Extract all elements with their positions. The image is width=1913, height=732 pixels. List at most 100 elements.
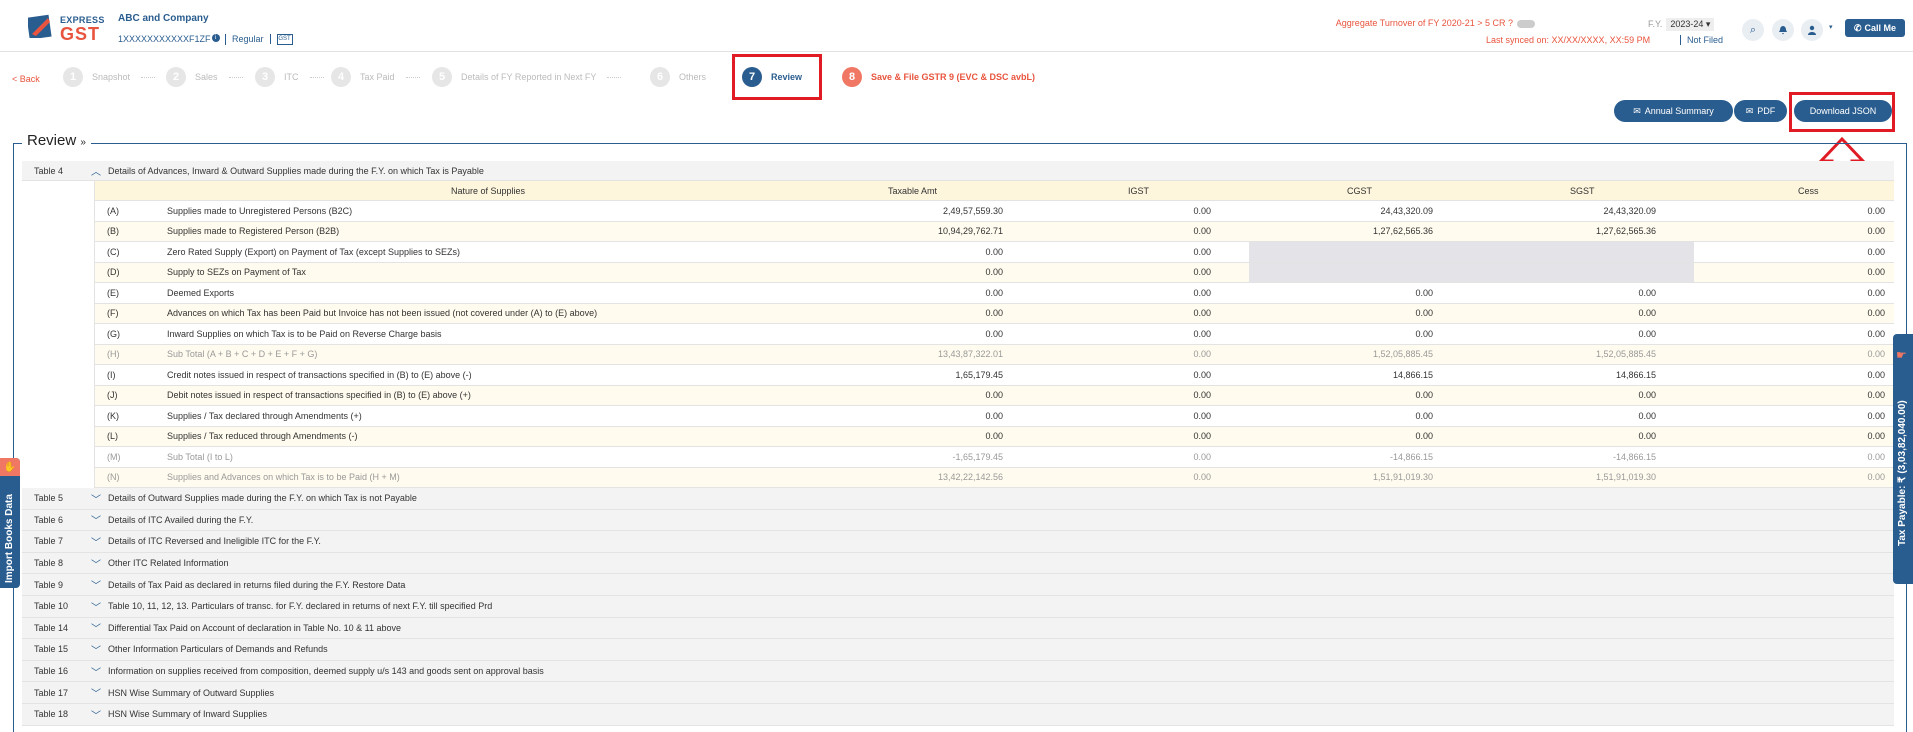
collapsed-table-row[interactable]: Table 15 ﹀ Other Information Particulars o… xyxy=(22,639,1894,661)
table-description: Details of Tax Paid as declared in retur… xyxy=(108,579,406,590)
row-value: 2,49,57,559.30 xyxy=(942,205,1003,216)
tax-payable-tab[interactable]: Tax Payable: ₹ (3,03,82,040.00) xyxy=(1893,334,1913,584)
col-igst: IGST xyxy=(1128,185,1150,196)
collapsed-table-row[interactable]: Table 10 ﹀ Table 10, 11, 12, 13. Particula… xyxy=(22,596,1894,618)
table-row: (G) Inward Supplies on which Tax is to be… xyxy=(95,324,1894,345)
row-nature: Credit notes issued in respect of transa… xyxy=(167,369,472,380)
row-index: (A) xyxy=(107,205,119,216)
chevron-down-icon: ﹀ xyxy=(91,516,101,528)
row-index: (H) xyxy=(107,349,120,360)
step-sales[interactable]: 2 Sales xyxy=(166,67,243,87)
collapsed-table-row[interactable]: Table 14 ﹀ Differential Tax Paid on Accoun… xyxy=(22,617,1894,640)
col-cgst: CGST xyxy=(1347,185,1373,196)
filing-status: Not Filed xyxy=(1680,35,1723,45)
step-label: Snapshot xyxy=(92,72,131,82)
row-value: 0.00 xyxy=(1867,349,1885,360)
row-value: 0.00 xyxy=(1193,246,1211,257)
chevron-down-icon: ﹀ xyxy=(91,494,101,506)
table-description: HSN Wise Summary of Inward Supplies xyxy=(108,709,268,720)
row-value: -14,866.15 xyxy=(1389,451,1433,462)
step-save-file[interactable]: 8 Save & File GSTR 9 (EVC & DSC avbL) xyxy=(842,67,1035,87)
fy-select[interactable]: 2023-24 ▾ xyxy=(1666,18,1715,31)
step-tax-paid[interactable]: 4 Tax Paid xyxy=(331,67,420,87)
chevron-down-icon: ﹀ xyxy=(91,710,101,722)
step-number: 6 xyxy=(650,67,670,87)
row-value: 0.00 xyxy=(1415,328,1433,339)
row-value: 0.00 xyxy=(1193,308,1211,319)
collapsed-table-row[interactable]: Table 16 ﹀ Information on supplies receive… xyxy=(22,660,1894,683)
table-row: (J) Debit notes issued in respect of tran… xyxy=(95,385,1894,406)
collapsed-table-row[interactable]: Table 7 ﹀ Details of ITC Reversed and Inel… xyxy=(22,531,1894,553)
row-value: 1,52,05,885.45 xyxy=(1372,349,1433,360)
row-value: 1,51,91,019.30 xyxy=(1372,472,1433,483)
row-index: (C) xyxy=(107,246,120,257)
row-value: 0.00 xyxy=(1867,287,1885,298)
import-books-tab[interactable]: Import Books Data xyxy=(0,458,20,588)
row-value: 0.00 xyxy=(1867,410,1885,421)
collapsed-table-row[interactable]: Table 18 ﹀ HSN Wise Summary of Inward Supp… xyxy=(22,704,1894,726)
review-step-highlight xyxy=(732,54,822,100)
col-taxable: Taxable Amt xyxy=(888,185,938,196)
step-snapshot[interactable]: 1 Snapshot xyxy=(63,67,156,87)
step-itc[interactable]: 3 ITC xyxy=(255,67,324,87)
gstr9-stepper: < Back 1 Snapshot 2 Sales 3 ITC 4 Tax Paid 5… xyxy=(0,54,1913,100)
step-label: Sales xyxy=(195,72,218,82)
phone-icon: ✆ xyxy=(1853,22,1862,33)
row-index: (M) xyxy=(107,451,121,462)
last-synced: Last synced on: XX/XX/XXXX, XX:59 PM xyxy=(1486,35,1651,45)
row-value: 0.00 xyxy=(1867,472,1885,483)
row-index: (L) xyxy=(107,431,118,442)
table-4-header[interactable]: Table 4 ︿ Details of Advances, Inward & … xyxy=(22,161,1894,181)
table-row: (A) Supplies made to Unregistered Persons… xyxy=(95,201,1894,222)
download-json-highlight xyxy=(1789,92,1895,132)
row-value: 0.00 xyxy=(1867,267,1885,278)
row-value: 0.00 xyxy=(1867,246,1885,257)
fy-select-value: 2023-24 xyxy=(1670,19,1704,29)
collapsed-table-row[interactable]: Table 8 ﹀ Other ITC Related Information xyxy=(22,552,1894,575)
info-icon[interactable]: i xyxy=(211,34,220,42)
step-connector xyxy=(607,76,622,78)
row-value: 0.00 xyxy=(1415,308,1433,319)
table-row: (B) Supplies made to Registered Person (B… xyxy=(95,221,1894,242)
row-value: 0.00 xyxy=(1415,287,1433,298)
row-value: 24,43,320.09 xyxy=(1603,205,1656,216)
table-description: Details of Advances, Inward & Outward Su… xyxy=(108,165,484,176)
user-avatar-icon[interactable] xyxy=(1801,19,1823,41)
pdf-label: PDF xyxy=(1757,106,1776,116)
back-link[interactable]: < Back xyxy=(12,74,40,84)
annual-summary-button[interactable]: ✉ Annual Summary xyxy=(1614,100,1733,122)
aggregate-turnover-toggle[interactable] xyxy=(1517,19,1535,28)
import-books-label: Import Books Data xyxy=(4,494,15,583)
step-others[interactable]: 6 Others xyxy=(650,67,706,87)
review-title[interactable]: Review » xyxy=(22,132,91,149)
table-row: (K) Supplies / Tax declared through Amend… xyxy=(95,406,1894,427)
row-index: (J) xyxy=(107,390,118,401)
bell-icon[interactable] xyxy=(1772,19,1794,41)
row-value: 0.00 xyxy=(1638,308,1656,319)
row-nature: Inward Supplies on which Tax is to be Pa… xyxy=(167,328,442,339)
collapsed-table-row[interactable]: Table 17 ﹀ HSN Wise Summary of Outward Sup… xyxy=(22,682,1894,704)
call-me-button[interactable]: ✆ Call Me xyxy=(1845,19,1905,37)
user-menu-chevron-down-icon[interactable]: ▾ xyxy=(1829,23,1833,31)
row-value: 0.00 xyxy=(1867,328,1885,339)
row-value: 0.00 xyxy=(985,308,1003,319)
expressgst-logo[interactable]: EXPRESS GST xyxy=(28,12,104,44)
collapsed-table-row[interactable]: Table 9 ﹀ Details of Tax Paid as declared … xyxy=(22,574,1894,596)
collapsed-table-row[interactable]: Table 6 ﹀ Details of ITC Availed during th… xyxy=(22,509,1894,532)
row-value: 0.00 xyxy=(1638,390,1656,401)
col-nature: Nature of Supplies xyxy=(451,185,526,196)
row-value: 0.00 xyxy=(1193,369,1211,380)
table-4-gutter xyxy=(22,181,95,502)
row-nature: Zero Rated Supply (Export) on Payment of… xyxy=(167,246,460,257)
row-value: 0.00 xyxy=(1193,267,1211,278)
logo-mark-icon xyxy=(28,14,52,38)
step-label: Tax Paid xyxy=(360,72,395,82)
search-icon[interactable]: ⌕ xyxy=(1742,19,1764,41)
table-row: (F) Advances on which Tax has been Paid b… xyxy=(95,303,1894,324)
collapsed-table-row[interactable]: Table 5 ﹀ Details of Outward Supplies made… xyxy=(22,488,1894,510)
step-fy-next[interactable]: 5 Details of FY Reported in Next FY xyxy=(432,67,622,87)
pdf-button[interactable]: ✉ PDF xyxy=(1734,100,1787,122)
row-value: 0.00 xyxy=(1193,226,1211,237)
table-description: Details of ITC Reversed and Ineligible I… xyxy=(108,536,321,547)
gst-portal-icon[interactable]: GST xyxy=(276,34,293,46)
